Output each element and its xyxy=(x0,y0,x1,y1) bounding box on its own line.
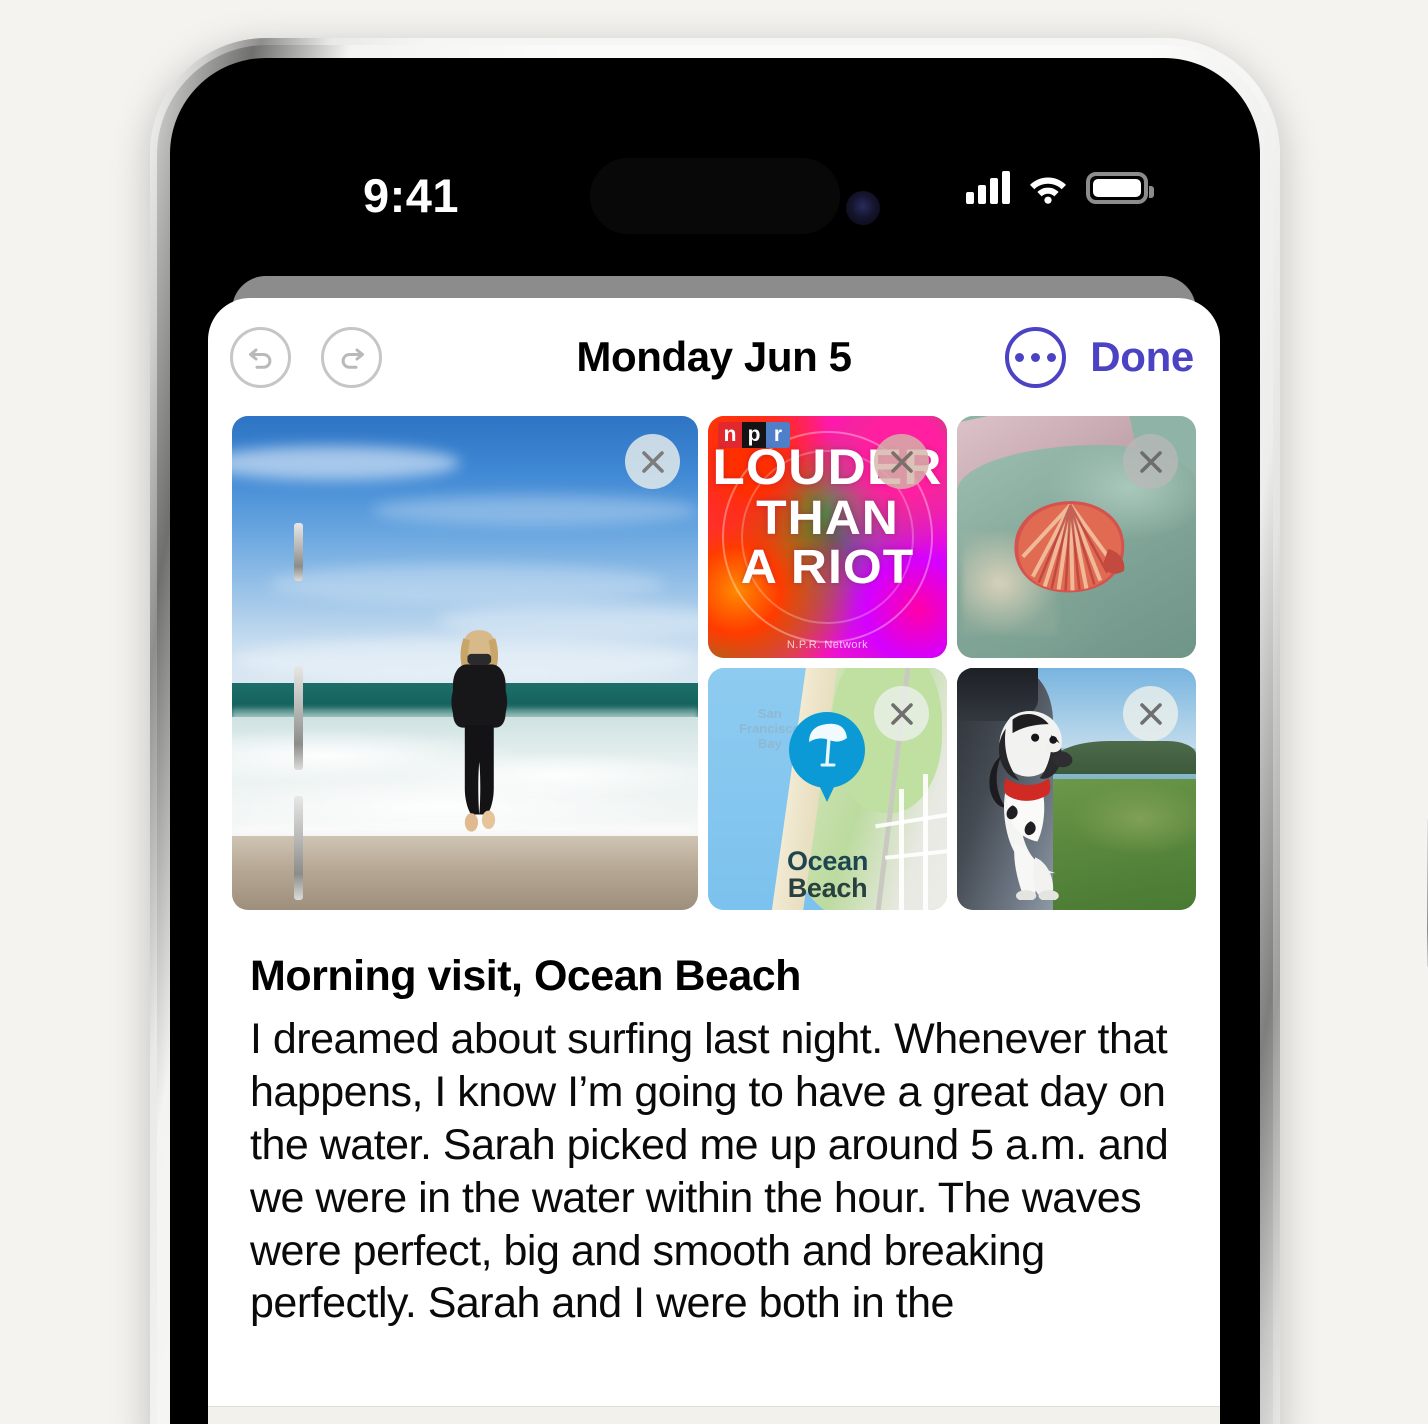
seashell-figure-icon xyxy=(1014,501,1125,593)
sheet-navigation-bar: Monday Jun 5 Done xyxy=(208,298,1220,416)
wifi-icon xyxy=(1030,177,1066,204)
close-icon xyxy=(641,450,664,473)
battery-icon xyxy=(1086,172,1154,204)
close-icon xyxy=(890,702,913,725)
map-water-label-line-1: San xyxy=(757,705,782,721)
ellipsis-dot-icon xyxy=(1031,352,1041,362)
map-pin xyxy=(789,711,866,802)
remove-attachment-button[interactable] xyxy=(1123,434,1178,489)
ring-silent-switch[interactable] xyxy=(294,523,303,581)
attachment-row-bottom: San Francisco Bay Ocean Beach xyxy=(708,668,1196,910)
undo-button[interactable] xyxy=(230,326,291,388)
more-options-button[interactable] xyxy=(1005,326,1067,388)
dog-figure-icon xyxy=(989,711,1073,901)
phone-device-frame: 9:41 Monday Jun 5 Done n p r LOUDER THAN… xyxy=(150,38,1428,1424)
signal-bars-icon xyxy=(966,170,1010,204)
entry-body: I dreamed about surfing last night. When… xyxy=(250,1015,1169,1328)
ellipsis-dot-icon xyxy=(1047,352,1057,362)
attachment-toolbar xyxy=(208,1406,1220,1424)
front-camera-lens-icon xyxy=(846,191,880,225)
dog-photo[interactable] xyxy=(957,668,1196,910)
status-bar: 9:41 xyxy=(170,58,1260,288)
photo-library-button[interactable] xyxy=(208,1407,461,1424)
journal-entry-text[interactable]: Morning visit, Ocean Beach I dreamed abo… xyxy=(208,910,1220,1406)
phone-screen: 9:41 Monday Jun 5 Done n p r LOUDER THAN… xyxy=(170,58,1260,1424)
map-place-label-line-1: Ocean xyxy=(786,846,869,876)
map-water-label-line-3: Bay xyxy=(757,735,782,751)
screenshot-canvas: 9:41 Monday Jun 5 Done n p r LOUDER THAN… xyxy=(0,0,1428,1424)
entry-title: Morning visit, Ocean Beach xyxy=(250,952,801,1000)
done-button[interactable]: Done xyxy=(1090,333,1194,381)
podcast-network-footer: N.P.R. Network xyxy=(786,639,869,651)
volume-up-button[interactable] xyxy=(294,666,303,770)
seashell-photo[interactable] xyxy=(957,416,1196,658)
attachment-grid: n p r LOUDER THAN A RIOT N.P.R. Network … xyxy=(208,416,1220,910)
undo-icon xyxy=(248,348,271,369)
audio-record-button[interactable] xyxy=(714,1407,967,1424)
attachment-row-top: n p r LOUDER THAN A RIOT N.P.R. Network xyxy=(708,416,1196,658)
beach-umbrella-icon xyxy=(809,723,848,767)
remove-attachment-button[interactable] xyxy=(1123,686,1178,741)
remove-attachment-button[interactable] xyxy=(625,434,680,489)
nav-right-actions: Done xyxy=(1005,326,1194,388)
podcast-title-line-2: THAN xyxy=(756,491,899,545)
camera-button[interactable] xyxy=(461,1407,714,1424)
surfer-figure-icon xyxy=(451,629,507,832)
redo-icon xyxy=(341,348,364,369)
journal-entry-sheet: Monday Jun 5 Done n p r LOUDER THAN A RI… xyxy=(208,298,1220,1424)
podcast-title-line-3: A RIOT xyxy=(740,541,915,595)
map-place-label-line-2: Beach xyxy=(787,873,868,903)
close-icon xyxy=(1139,450,1162,473)
dynamic-island xyxy=(590,158,840,234)
remove-attachment-button[interactable] xyxy=(874,434,929,489)
location-button[interactable] xyxy=(967,1407,1220,1424)
volume-down-button[interactable] xyxy=(294,796,303,900)
status-bar-time: 9:41 xyxy=(363,169,460,222)
redo-button[interactable] xyxy=(321,326,382,388)
attachment-right-column: n p r LOUDER THAN A RIOT N.P.R. Network … xyxy=(708,416,1196,910)
remove-attachment-button[interactable] xyxy=(874,686,929,741)
map-place-label: Ocean Beach xyxy=(708,848,947,902)
ellipsis-dot-icon xyxy=(1015,352,1025,362)
close-icon xyxy=(1139,702,1162,725)
map-thumbnail[interactable]: San Francisco Bay Ocean Beach xyxy=(708,668,947,910)
close-icon xyxy=(890,450,913,473)
status-bar-indicators xyxy=(966,170,1154,204)
podcast-artwork[interactable]: n p r LOUDER THAN A RIOT N.P.R. Network xyxy=(708,416,947,658)
